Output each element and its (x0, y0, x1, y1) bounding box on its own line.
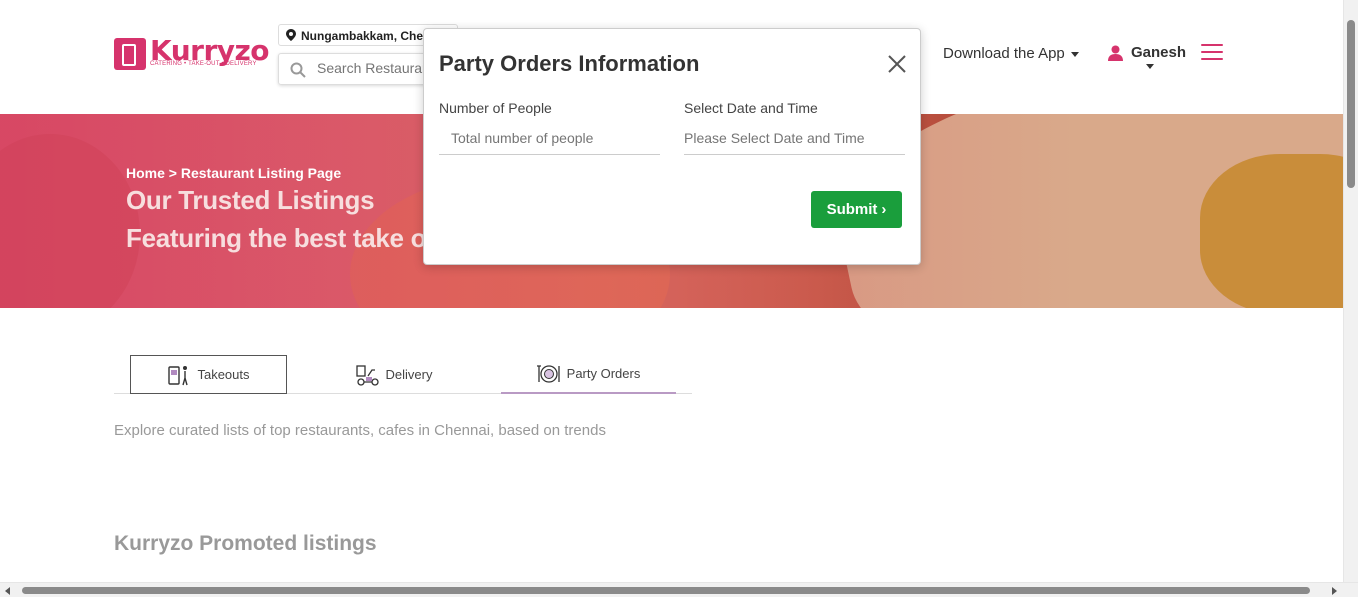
breadcrumb: Home > Restaurant Listing Page (126, 165, 342, 181)
banner-title: Our Trusted Listings (126, 185, 375, 215)
modal-title: Party Orders Information (439, 51, 700, 76)
chevron-right-icon: › (881, 201, 887, 218)
download-app-label: Download the App (943, 45, 1065, 62)
tab-party-orders[interactable]: Party Orders (501, 355, 676, 394)
order-type-tabs: Takeouts Delivery Party Orders (114, 355, 692, 394)
tab-takeouts[interactable]: Takeouts (130, 355, 287, 394)
delivery-icon (355, 364, 379, 386)
tab-label: Party Orders (566, 366, 641, 381)
close-icon[interactable] (888, 55, 906, 73)
banner-subtitle: Featuring the best take outs (126, 223, 465, 253)
party-orders-modal: Party Orders Information Number of Peopl… (423, 28, 921, 265)
submit-label: Submit (826, 201, 878, 218)
tab-label: Delivery (385, 367, 433, 382)
promoted-listings-title: Kurryzo Promoted listings (114, 532, 377, 555)
tab-delivery[interactable]: Delivery (334, 355, 454, 394)
date-time-input[interactable] (684, 121, 905, 155)
user-icon (1108, 45, 1123, 61)
takeout-icon (168, 365, 189, 385)
horizontal-scrollbar[interactable] (0, 582, 1358, 597)
logo-tagline: CATERING • TAKE-OUT • DELIVERY (150, 61, 257, 67)
kurryzo-logo[interactable]: Kurryzo CATERING • TAKE-OUT • DELIVERY (114, 34, 270, 72)
vertical-scroll-thumb[interactable] (1347, 20, 1355, 188)
logo-mark-icon (114, 38, 146, 70)
download-app-dropdown[interactable]: Download the App (943, 45, 1079, 62)
chevron-down-icon (1070, 51, 1079, 57)
scroll-right-icon[interactable] (1332, 587, 1337, 595)
user-name: Ganesh (1131, 44, 1187, 61)
hamburger-menu-icon[interactable] (1201, 44, 1223, 60)
tab-label: Takeouts (197, 367, 250, 382)
people-input[interactable] (439, 121, 660, 155)
horizontal-scroll-thumb[interactable] (22, 587, 1310, 594)
chevron-down-icon (1146, 64, 1154, 69)
search-icon (290, 62, 306, 78)
party-orders-icon (536, 364, 560, 383)
date-label: Select Date and Time (684, 100, 818, 116)
scroll-left-icon[interactable] (5, 587, 10, 595)
explore-description: Explore curated lists of top restaurants… (114, 422, 606, 439)
map-pin-icon (286, 29, 296, 41)
submit-button[interactable]: Submit › (811, 191, 902, 228)
vertical-scrollbar[interactable] (1343, 0, 1358, 582)
people-label: Number of People (439, 100, 552, 116)
